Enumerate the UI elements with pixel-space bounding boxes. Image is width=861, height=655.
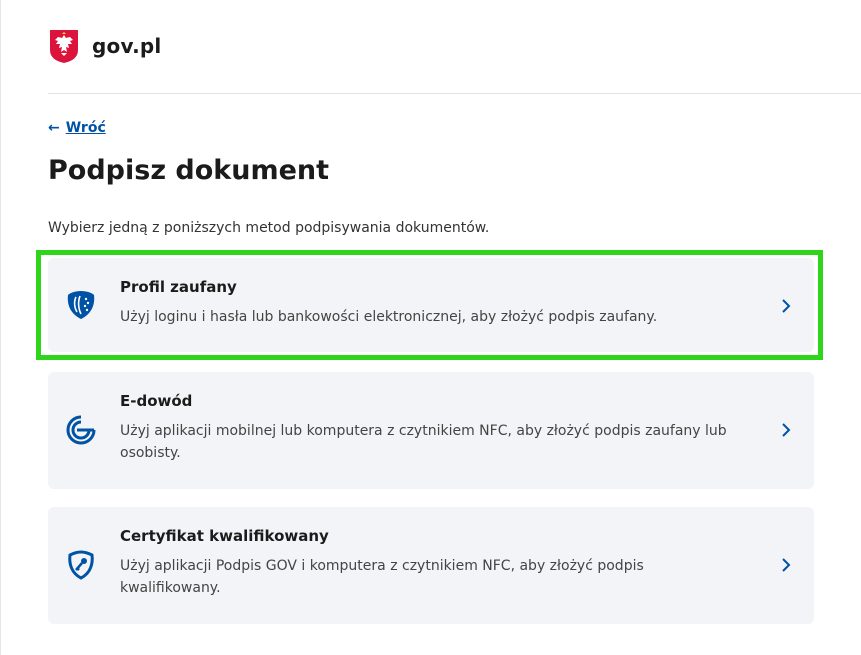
back-link[interactable]: ← Wróć [48, 120, 106, 136]
method-title: E-dowód [120, 392, 193, 410]
back-link-label: Wróć [65, 120, 106, 136]
trusted-profile-icon [67, 291, 95, 319]
method-card-content: E-dowód Użyj aplikacji mobilnej lub komp… [120, 392, 744, 464]
method-card-content: Profil zaufany Użyj loginu i hasła lub b… [120, 278, 744, 328]
method-card-profil-zaufany[interactable]: Profil zaufany Użyj loginu i hasła lub b… [48, 258, 814, 352]
method-title: Profil zaufany [120, 278, 237, 296]
brand-name[interactable]: gov.pl [92, 34, 161, 58]
method-card-e-dowod[interactable]: E-dowód Użyj aplikacji mobilnej lub komp… [48, 372, 814, 489]
polish-eagle-emblem-icon [50, 30, 78, 63]
method-title: Certyfikat kwalifikowany [120, 527, 329, 545]
page: gov.pl ← Wróć Podpisz dokument Wybierz j… [0, 0, 861, 655]
method-card-certyfikat-kwalifikowany[interactable]: Certyfikat kwalifikowany Użyj aplikacji … [48, 507, 814, 624]
header-divider [48, 93, 861, 94]
method-description: Użyj aplikacji Podpis GOV i komputera z … [120, 558, 644, 596]
method-card-content: Certyfikat kwalifikowany Użyj aplikacji … [120, 527, 744, 599]
method-description: Użyj loginu i hasła lub bankowości elekt… [120, 309, 658, 325]
chevron-right-icon [782, 299, 791, 313]
e-id-icon [66, 415, 96, 445]
chevron-right-icon [782, 423, 791, 437]
qualified-certificate-icon [68, 550, 94, 580]
page-intro: Wybierz jedną z poniższych metod podpisy… [48, 220, 490, 236]
site-header: gov.pl [48, 28, 161, 64]
arrow-left-icon: ← [48, 120, 60, 136]
chevron-right-icon [782, 558, 791, 572]
page-title: Podpisz dokument [48, 155, 330, 186]
method-description: Użyj aplikacji mobilnej lub komputera z … [120, 423, 727, 461]
